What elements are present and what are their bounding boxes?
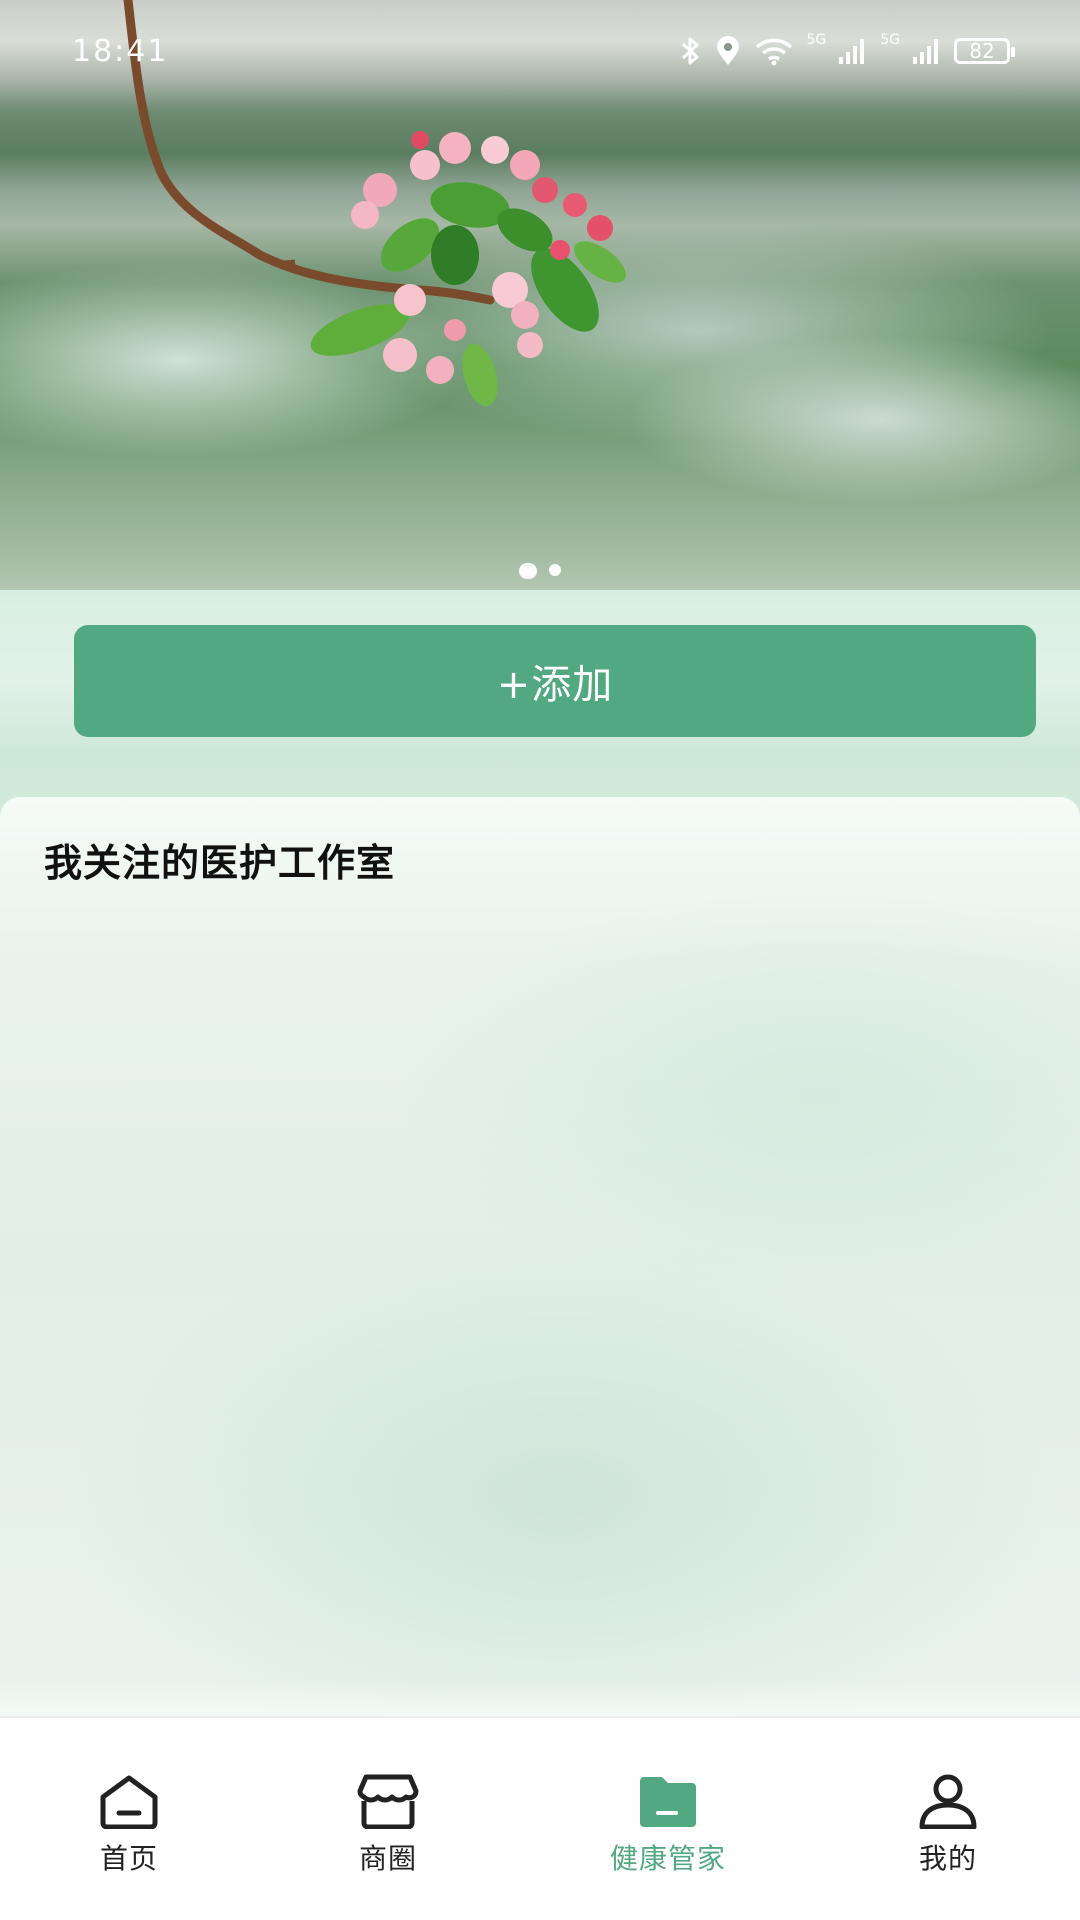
status-time: 18:41 [72, 34, 169, 69]
nav-item-store[interactable]: 商圈 [288, 1773, 488, 1893]
screen: 18:41 5G 5G 82 +添加 我关注的医护工作室 首页 商圈 健康管家 … [0, 0, 1080, 1920]
status-bar: 18:41 5G 5G 82 [0, 0, 1080, 100]
folder-icon [640, 1777, 696, 1827]
nav-item-home[interactable]: 首页 [29, 1773, 229, 1893]
carousel-dot[interactable] [549, 564, 561, 576]
nav-item-profile[interactable]: 我的 [848, 1773, 1048, 1893]
carousel-indicator [0, 563, 1080, 579]
user-icon [919, 1774, 977, 1829]
nav-label: 我的 [918, 1842, 977, 1875]
battery-icon: 82 [954, 38, 1015, 64]
carousel-dot-active[interactable] [519, 563, 537, 579]
nav-item-health-manager[interactable]: 健康管家 [568, 1773, 768, 1893]
bottom-nav: 首页 商圈 健康管家 我的 [0, 1716, 1080, 1920]
signal-icon [913, 39, 938, 64]
card-bottom-edge [0, 1680, 1080, 1716]
wifi-icon [756, 38, 793, 66]
add-button[interactable]: +添加 [74, 625, 1036, 737]
nav-label: 健康管家 [609, 1842, 726, 1875]
battery-level: 82 [969, 39, 995, 63]
home-icon [100, 1775, 158, 1829]
section-title: 我关注的医护工作室 [44, 841, 396, 885]
followed-studios-card: 我关注的医护工作室 [0, 797, 1080, 1717]
banner-carousel[interactable]: 18:41 5G 5G 82 [0, 0, 1080, 590]
status-icons: 5G 5G 82 [678, 32, 1015, 66]
nav-label: 首页 [99, 1842, 158, 1875]
network-type-label: 5G [806, 32, 827, 48]
signal-icon [839, 39, 865, 64]
bluetooth-icon [682, 37, 699, 65]
add-button-label: +添加 [496, 662, 614, 708]
store-icon [357, 1774, 419, 1829]
network-type-label: 5G [880, 32, 900, 48]
location-icon [717, 36, 740, 65]
nav-label: 商圈 [358, 1842, 417, 1875]
